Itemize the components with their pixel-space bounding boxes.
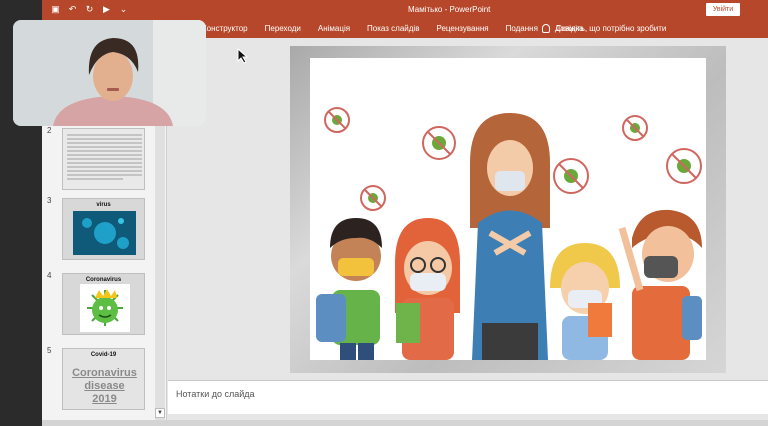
slide-thumbnail-5[interactable]: 5 Covid-19 Coronavirus disease 2019 xyxy=(42,346,167,424)
virus-image xyxy=(73,211,136,255)
tab-animations[interactable]: Анімація xyxy=(318,24,350,33)
status-bar xyxy=(42,420,768,426)
slide-number: 3 xyxy=(47,196,52,205)
presenter-video xyxy=(13,20,206,126)
slide-thumbnail-4[interactable]: 4 Coronavirus xyxy=(42,271,167,349)
redo-icon[interactable]: ↻ xyxy=(84,4,95,15)
powerpoint-window: ▣ ↶ ↻ ▶ ⌄ Мамітько - PowerPoint Увійти К… xyxy=(0,0,768,426)
slide-number: 2 xyxy=(47,126,52,135)
no-virus-icon xyxy=(553,158,589,194)
girl-with-pigtails-figure xyxy=(550,243,620,360)
slide-title: Coronavirus xyxy=(85,277,122,283)
text-lines-graphic xyxy=(67,134,142,180)
slide-preview: virus xyxy=(62,198,145,260)
no-virus-icon xyxy=(622,115,648,141)
slide-preview xyxy=(62,128,145,190)
slide-number: 4 xyxy=(47,271,52,280)
teacher-figure xyxy=(470,113,550,360)
kids-with-masks-illustration xyxy=(316,107,702,360)
slide-number: 5 xyxy=(47,346,52,355)
tell-me-box[interactable]: Скажіть, що потрібно зробити xyxy=(542,24,666,33)
tab-review[interactable]: Рецензування xyxy=(436,24,488,33)
start-from-beginning-icon[interactable]: ▶ xyxy=(101,4,112,15)
webcam-overlay xyxy=(13,20,206,126)
current-slide-canvas[interactable] xyxy=(310,58,706,360)
slide-body-text: Coronavirus disease 2019 xyxy=(72,367,137,405)
undo-icon[interactable]: ↶ xyxy=(67,4,78,15)
slide-thumbnail-2[interactable]: 2 xyxy=(42,126,167,204)
boy-with-dark-mask-figure xyxy=(618,209,702,360)
sign-in-button[interactable]: Увійти xyxy=(706,3,740,16)
save-icon[interactable]: ▣ xyxy=(50,4,61,15)
tell-me-text: Скажіть, що потрібно зробити xyxy=(556,24,667,33)
tab-design[interactable]: Конструктор xyxy=(202,24,248,33)
window-title: Мамітько - PowerPoint xyxy=(408,5,491,14)
no-virus-icon xyxy=(666,148,702,184)
title-bar: ▣ ↶ ↻ ▶ ⌄ Мамітько - PowerPoint Увійти xyxy=(42,0,768,20)
customize-toolbar-icon[interactable]: ⌄ xyxy=(118,4,129,15)
slide-preview: Coronavirus xyxy=(62,273,145,335)
slide-title: Covid-19 xyxy=(90,352,117,358)
slide-thumbnail-3[interactable]: 3 virus xyxy=(42,196,167,274)
tab-slide-show[interactable]: Показ слайдів xyxy=(367,24,419,33)
mouse-pointer-icon xyxy=(237,48,249,64)
notes-pane[interactable]: Нотатки до слайда xyxy=(168,380,768,414)
notes-placeholder: Нотатки до слайда xyxy=(176,389,255,399)
coronavirus-character-image xyxy=(80,284,130,332)
slide-preview: Covid-19 Coronavirus disease 2019 xyxy=(62,348,145,410)
tab-transitions[interactable]: Переходи xyxy=(265,24,301,33)
boy-with-backpack-figure xyxy=(316,218,382,360)
lightbulb-icon xyxy=(542,24,550,33)
girl-with-glasses-figure xyxy=(395,218,460,360)
slide-title: virus xyxy=(96,202,111,208)
no-virus-icon xyxy=(422,126,456,160)
no-virus-icon xyxy=(324,107,350,133)
no-virus-icon xyxy=(360,185,386,211)
quick-access-toolbar: ▣ ↶ ↻ ▶ ⌄ xyxy=(50,4,129,15)
scroll-down-arrow-icon[interactable]: ▼ xyxy=(155,408,165,418)
tab-view[interactable]: Подання xyxy=(506,24,538,33)
